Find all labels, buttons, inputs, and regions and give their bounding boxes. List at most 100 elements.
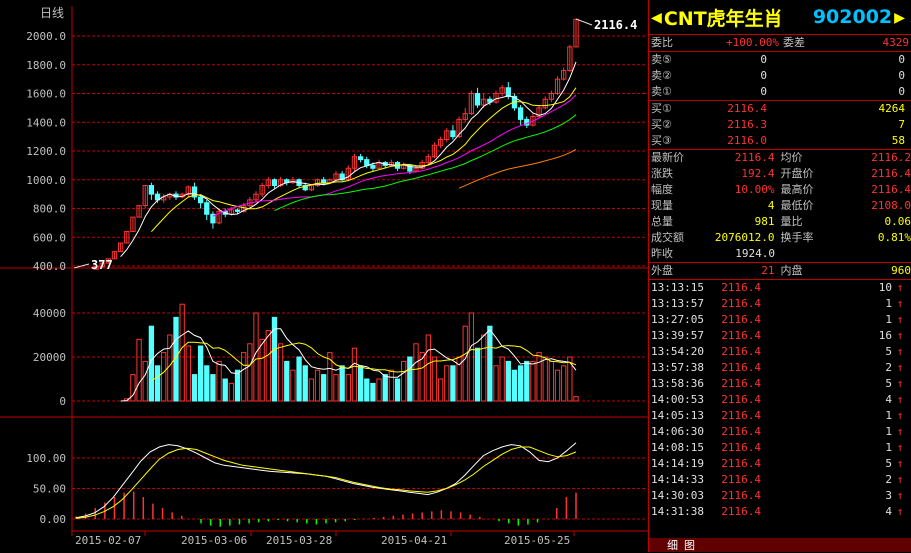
tick-list[interactable]: 13:13:15 2116.4 10 ↑ 13:13:57 2116.4 1 ↑ 13:27:0… [649,280,911,520]
order-label: 买② [651,118,672,131]
volume-bar [444,365,450,402]
volume-bar [517,365,524,402]
stock-name: CNT虎年生肖 [663,7,783,30]
outer-label: 外盘 [651,264,673,277]
date-tick-label: 2015-05-25 [504,534,570,547]
buy-order-row: 买③ 2116.0 58 [649,133,911,149]
stat-value: 10.00% [734,183,775,196]
tick-row: 14:00:53 2116.4 4 ↑ [649,392,911,408]
tick-direction-icon: ↑ [896,393,904,406]
candle-body [370,164,376,169]
panel-tabs: 细 图 [649,538,911,552]
buy-order-row: 买② 2116.3 7 [649,117,911,133]
order-price: 0 [760,53,767,66]
tick-direction-icon: ↑ [896,505,904,518]
tick-time: 13:54:20 [651,345,704,358]
order-price: 2116.0 [727,134,767,147]
tick-direction-icon: ↑ [896,313,904,326]
tick-row: 13:54:20 2116.4 5 ↑ [649,344,911,360]
tick-time: 14:08:15 [651,441,704,454]
ma30-line [274,114,577,212]
order-label: 卖② [651,69,672,82]
stat-label: 涨跌 [651,167,673,180]
tick-price: 2116.4 [721,329,761,342]
tick-volume: 2 [885,473,892,486]
quote-row: 总量 981 量比 0.06 [649,214,911,230]
sell-orders: 卖⑤ 0 0 卖② 0 0 卖① 0 0 [649,52,911,101]
stat-label: 量比 [780,215,803,228]
tick-volume: 5 [885,457,892,470]
candle-body [474,93,481,106]
weibi-value: +100.00% [726,36,779,49]
order-volume: 4264 [878,102,906,115]
tick-time: 13:13:15 [651,281,704,294]
tick-volume: 4 [885,505,892,518]
stock-code: 902002 [812,6,893,28]
volume-bar [333,374,339,402]
volume-bar [357,365,364,402]
stock-title-bar: ◀ CNT虎年生肖 902002 ▶ [649,0,911,35]
tick-direction-icon: ↑ [896,361,904,374]
volume-bar [154,365,161,402]
inner-value: 960 [891,264,911,277]
tick-price: 2116.4 [721,409,761,422]
volume-bar [530,360,536,402]
stat-label: 均价 [780,151,803,164]
volume-bar [179,303,185,402]
low-price-pointer [73,263,90,269]
tick-row: 14:06:30 2116.4 1 ↑ [649,424,911,440]
tick-volume: 10 [878,281,892,294]
volume-bars [124,303,579,402]
volume-bar [142,360,148,402]
tick-volume: 2 [885,361,892,374]
volume-bar [437,378,444,402]
volume-bar [345,374,351,402]
low-price-label: 377 [91,258,113,272]
order-ratio-row: 委比 +100.00% 委差 4329 [649,35,911,52]
tab-detail[interactable]: 细 [667,537,678,553]
tick-time: 14:30:03 [651,489,704,502]
candle-body [505,87,511,97]
tab-chart[interactable]: 图 [684,537,695,553]
candle-body [234,209,241,212]
price-tick-label: 1200.0 [26,145,66,158]
stat-value: 2116.4 [871,167,911,180]
volume-bar [216,360,222,402]
tick-time: 14:06:30 [651,425,704,438]
tick-time: 13:27:05 [651,313,704,326]
stat-value: 2116.4 [734,151,775,164]
volume-bar [554,369,561,402]
volume-bar [191,374,198,402]
price-tick-label: 1400.0 [26,116,66,129]
candle-body [450,130,456,138]
volume-bar [542,356,548,402]
volume-bar [370,382,376,402]
candle-body [364,159,370,166]
outer-inner-row: 外盘 21 内盘 960 [649,263,911,280]
volume-bar [474,347,481,402]
volume-bar [493,365,499,402]
stat-label: 最高价 [780,183,814,196]
order-price: 2116.4 [727,102,767,115]
tick-time: 14:05:13 [651,409,704,422]
volume-bar [136,338,142,402]
stat-value: 981 [754,215,775,228]
kline-chart[interactable]: 2000.0 1800.0 1600.0 1400.0 1200.0 1000.0 800.… [0,0,648,552]
order-volume: 7 [898,118,905,131]
volume-bar [425,334,431,402]
buy-orders: 买① 2116.4 4264 买② 2116.3 7 买③ 2116.0 58 [649,101,911,150]
volume-bar [161,352,167,402]
tick-row: 14:14:33 2116.4 2 ↑ [649,472,911,488]
price-tick-label: 1600.0 [26,88,66,101]
volume-bar [284,360,290,402]
tick-price: 2116.4 [721,345,761,358]
volume-bar [197,345,204,402]
tick-volume: 3 [885,489,892,502]
tick-direction-icon: ↑ [896,281,904,294]
prev-stock-arrow-icon[interactable]: ◀ [651,7,662,28]
tick-price: 2116.4 [721,281,761,294]
order-label: 买① [651,102,672,115]
next-stock-arrow-icon[interactable]: ▶ [894,7,905,28]
stat-value: 2076012.0 [714,231,775,244]
ma10-line [151,87,577,233]
